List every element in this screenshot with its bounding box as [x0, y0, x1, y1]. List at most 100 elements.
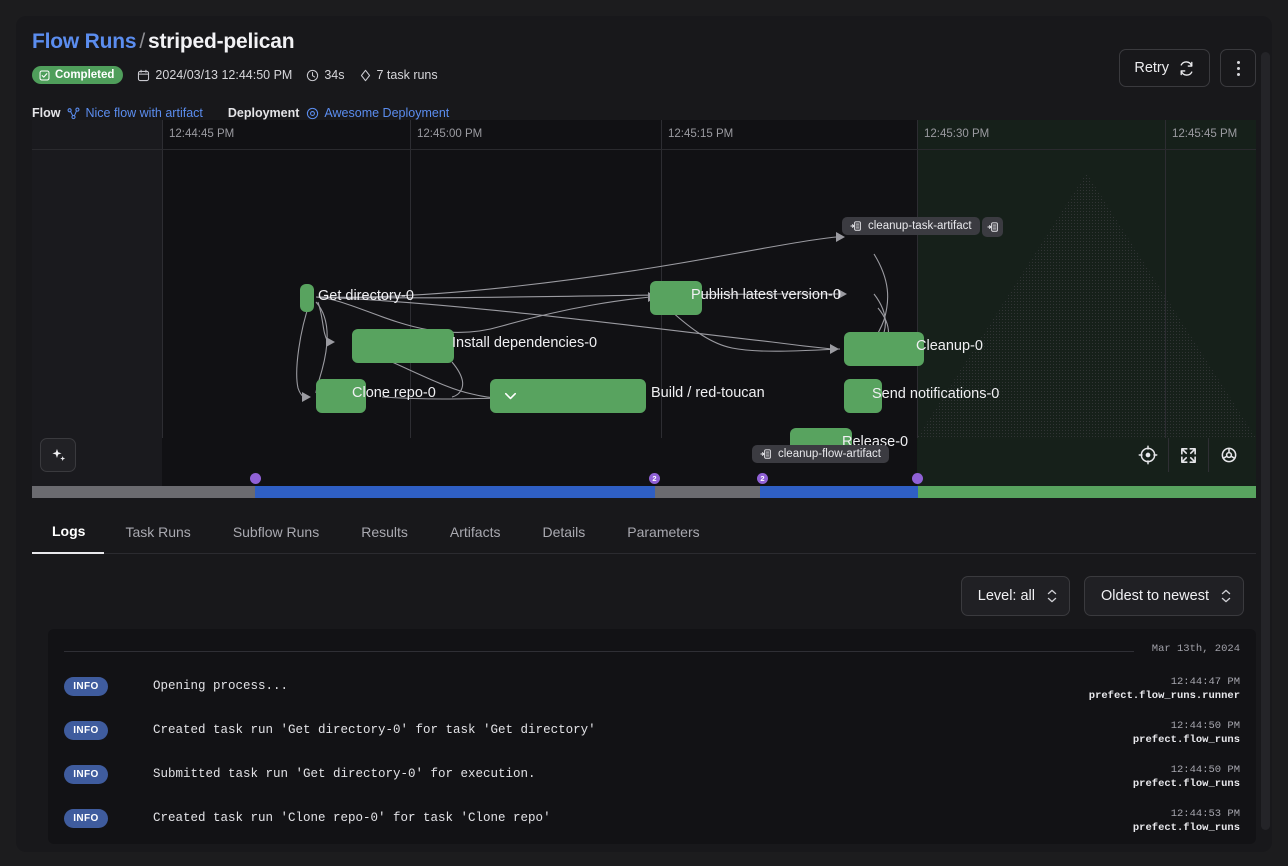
deployment-link[interactable]: Awesome Deployment	[306, 106, 449, 120]
timeline-segment	[32, 486, 255, 498]
log-level-select-value: Level: all	[978, 588, 1035, 604]
flow-link[interactable]: Nice flow with artifact	[67, 106, 202, 120]
log-meta: 12:44:47 PM prefect.flow_runs.runner	[1089, 675, 1240, 703]
timeline-segment	[255, 486, 655, 498]
graph-toolbar	[1128, 438, 1248, 472]
log-source: prefect.flow_runs.runner	[1089, 689, 1240, 703]
chevron-down-icon[interactable]	[502, 388, 519, 405]
log-row[interactable]: INFO Created task run 'Clone repo-0' for…	[48, 801, 1256, 844]
node-label-clone-repo: Clone repo-0	[352, 385, 436, 401]
log-meta: 12:44:50 PM prefect.flow_runs	[1133, 763, 1240, 791]
log-message: Opening process...	[153, 675, 288, 697]
artifact-open-button[interactable]	[982, 217, 1003, 237]
center-view-button[interactable]	[1128, 438, 1168, 472]
log-source: prefect.flow_runs	[1133, 777, 1240, 791]
log-level-select[interactable]: Level: all	[961, 576, 1070, 616]
fullscreen-button[interactable]	[1168, 438, 1208, 472]
log-level-badge: INFO	[64, 765, 108, 784]
timeline-marker[interactable]: 2	[757, 473, 768, 484]
artifact-chip-cleanup-flow[interactable]: cleanup-flow-artifact	[752, 445, 889, 463]
node-label-publish-latest-version: Publish latest version-0	[691, 287, 841, 303]
log-meta: 12:44:53 PM prefect.flow_runs	[1133, 807, 1240, 835]
timeline-segment	[918, 486, 1256, 498]
ai-assist-button[interactable]	[40, 438, 76, 472]
log-row[interactable]: INFO Created task run 'Get directory-0' …	[48, 713, 1256, 757]
log-source: prefect.flow_runs	[1133, 733, 1240, 747]
more-options-button[interactable]	[1220, 49, 1256, 87]
timeline-segment	[760, 486, 918, 498]
check-square-icon	[39, 70, 50, 81]
node-build-subflow[interactable]	[490, 379, 646, 413]
log-level-badge: INFO	[64, 677, 108, 696]
run-duration: 34s	[306, 68, 344, 82]
flow-icon	[67, 107, 80, 120]
page-title: striped-pelican	[148, 30, 294, 53]
node-label-build-subflow: Build / red-toucan	[651, 385, 765, 401]
task-run-count: 7 task runs	[359, 68, 438, 82]
deployment-label: Deployment	[228, 106, 300, 120]
flow-link-text: Nice flow with artifact	[85, 106, 202, 120]
deployment-link-text: Awesome Deployment	[324, 106, 449, 120]
status-badge: Completed	[32, 66, 123, 84]
clock-icon	[306, 69, 319, 82]
page-scrollbar[interactable]	[1261, 52, 1270, 830]
tab-subflow-runs[interactable]: Subflow Runs	[212, 510, 340, 554]
node-get-directory[interactable]	[300, 284, 314, 312]
log-sort-select-value: Oldest to newest	[1101, 588, 1209, 604]
run-meta-row: Completed 2024/03/13 12:44:50 PM 34s	[32, 66, 438, 84]
target-icon	[1138, 445, 1158, 465]
page-header: Flow Runs/striped-pelican Completed 2024…	[16, 16, 1272, 114]
log-panel[interactable]: Mar 13th, 2024 INFO Opening process... 1…	[48, 629, 1256, 844]
tab-details[interactable]: Details	[521, 510, 606, 554]
tab-task-runs[interactable]: Task Runs	[104, 510, 211, 554]
node-cleanup[interactable]	[844, 332, 924, 366]
log-filters: Level: all Oldest to newest	[961, 576, 1244, 616]
timeline-segment	[655, 486, 760, 498]
log-time: 12:44:47 PM	[1089, 675, 1240, 689]
app-page: Flow Runs/striped-pelican Completed 2024…	[16, 16, 1272, 852]
artifact-chip-cleanup-task[interactable]: cleanup-task-artifact	[842, 217, 980, 235]
tab-artifacts[interactable]: Artifacts	[429, 510, 522, 554]
graph-settings-button[interactable]	[1208, 438, 1248, 472]
time-tick-2: 12:45:15 PM	[661, 128, 733, 140]
time-tick-3: 12:45:30 PM	[917, 128, 989, 140]
log-row[interactable]: INFO Opening process... 12:44:47 PM pref…	[48, 669, 1256, 713]
breadcrumb: Flow Runs/striped-pelican	[32, 30, 294, 54]
gear-icon	[1219, 445, 1239, 465]
log-meta: 12:44:50 PM prefect.flow_runs	[1133, 719, 1240, 747]
artifact-icon	[850, 220, 862, 232]
node-install-dependencies[interactable]	[352, 329, 454, 363]
log-message: Created task run 'Get directory-0' for t…	[153, 719, 596, 741]
timeline-marker[interactable]	[912, 473, 923, 484]
kebab-icon	[1237, 61, 1240, 76]
tab-results[interactable]: Results	[340, 510, 429, 554]
gridline	[162, 120, 163, 438]
log-time: 12:44:50 PM	[1133, 763, 1240, 777]
log-sort-select[interactable]: Oldest to newest	[1084, 576, 1244, 616]
tab-parameters[interactable]: Parameters	[606, 510, 720, 554]
tab-logs[interactable]: Logs	[32, 510, 104, 554]
chevron-updown-icon	[1221, 589, 1231, 603]
log-message: Created task run 'Clone repo-0' for task…	[153, 807, 551, 829]
calendar-icon	[137, 69, 150, 82]
header-actions: Retry	[1119, 49, 1256, 87]
log-time: 12:44:53 PM	[1133, 807, 1240, 821]
node-label-cleanup: Cleanup-0	[916, 338, 983, 354]
retry-button[interactable]: Retry	[1119, 49, 1210, 87]
timeline-marker[interactable]: 2	[649, 473, 660, 484]
run-timestamp-text: 2024/03/13 12:44:50 PM	[155, 68, 292, 82]
sparkles-icon	[49, 446, 68, 465]
log-date-divider: Mar 13th, 2024	[48, 629, 1256, 669]
expand-icon	[1179, 446, 1198, 465]
node-label-send-notifications: Send notifications-0	[872, 386, 999, 402]
run-timeline-bar[interactable]	[32, 486, 1256, 498]
task-icon	[359, 69, 372, 82]
breadcrumb-flow-runs-link[interactable]: Flow Runs	[32, 30, 136, 53]
content-tabs: Logs Task Runs Subflow Runs Results Arti…	[32, 510, 1256, 554]
timeline-marker[interactable]	[250, 473, 261, 484]
log-time: 12:44:50 PM	[1133, 719, 1240, 733]
log-row[interactable]: INFO Submitted task run 'Get directory-0…	[48, 757, 1256, 801]
run-links-row: Flow Nice flow with artifact Deployment …	[32, 106, 449, 120]
flow-label: Flow	[32, 106, 60, 120]
flow-run-graph[interactable]: 12:44:45 PM 12:45:00 PM 12:45:15 PM 12:4…	[32, 120, 1256, 498]
